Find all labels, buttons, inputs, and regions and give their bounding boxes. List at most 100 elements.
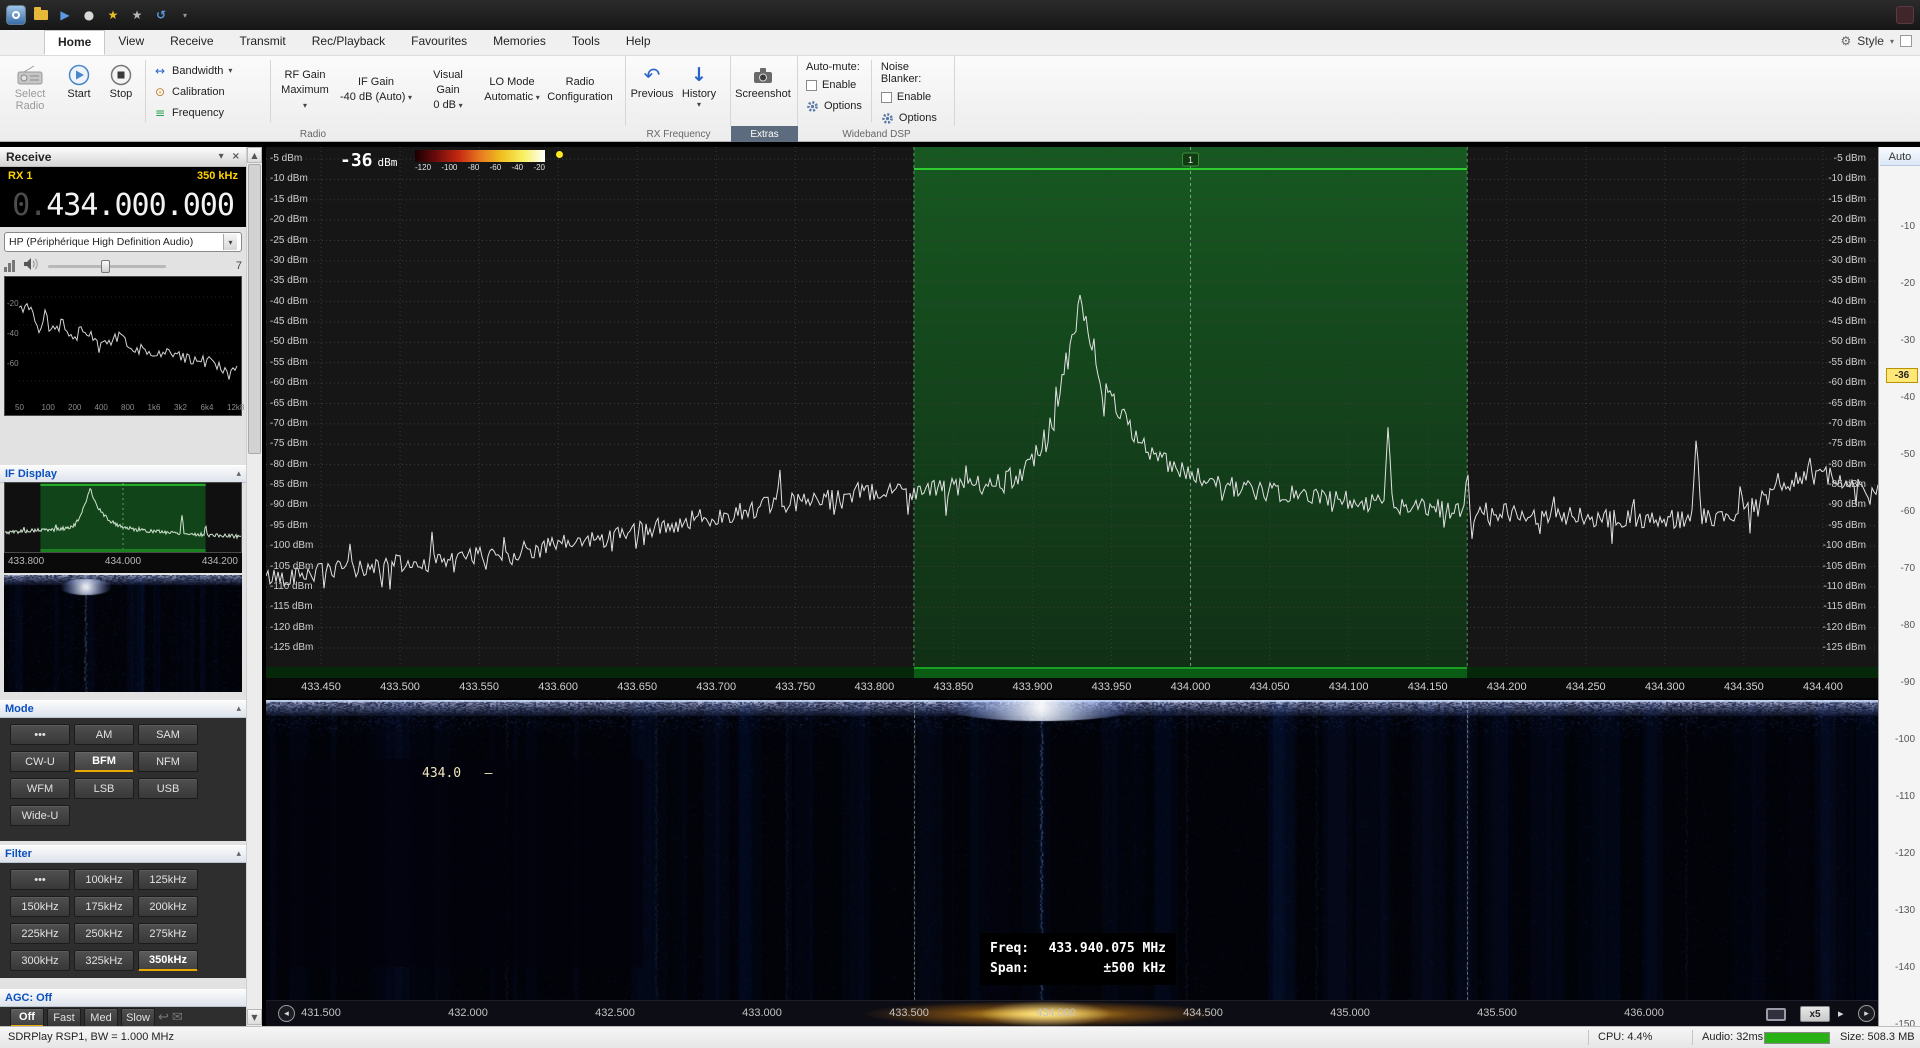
filter-button-325khz[interactable]: 325kHz — [74, 950, 134, 971]
scale-marker[interactable]: -36 — [1886, 368, 1918, 383]
tab-transmit[interactable]: Transmit — [227, 30, 299, 55]
volume-slider[interactable] — [48, 259, 166, 273]
spectrum-display[interactable]: 1 — [266, 147, 1878, 667]
filter-header[interactable]: Filter ▴ — [0, 845, 246, 863]
noise-blanker-enable-row[interactable]: Enable — [881, 88, 946, 106]
filter-button-200khz[interactable]: 200kHz — [138, 896, 198, 917]
auto-mute-enable-row[interactable]: Enable — [806, 76, 862, 94]
calibration-button[interactable]: ⊙Calibration — [149, 82, 267, 101]
waterfall-frequency-bar[interactable]: 431.500432.000432.500433.000433.500434.0… — [266, 1000, 1878, 1026]
zoom-button[interactable]: x5 — [1800, 1006, 1830, 1022]
favourite-star2-icon[interactable]: ★ — [128, 6, 146, 24]
agc-button-med[interactable]: Med — [84, 1008, 118, 1026]
agc-button-off[interactable]: Off — [10, 1008, 44, 1026]
mode-button-usb[interactable]: USB — [138, 778, 198, 799]
mode-button-dots[interactable]: ••• — [10, 724, 70, 745]
auto-mute-enable-checkbox[interactable] — [806, 80, 817, 91]
equalizer-icon[interactable] — [4, 260, 15, 272]
filter-button-175khz[interactable]: 175kHz — [74, 896, 134, 917]
step-right-icon[interactable]: ▸ — [1838, 1007, 1844, 1020]
collapse-icon[interactable]: ▴ — [236, 704, 241, 714]
play-icon[interactable]: ▶ — [56, 6, 74, 24]
agc-button-fast[interactable]: Fast — [47, 1008, 81, 1026]
radio-configuration-button[interactable]: RadioConfiguration — [544, 58, 616, 122]
tab-home[interactable]: Home — [44, 30, 105, 55]
stop-button[interactable]: Stop — [100, 58, 142, 122]
tuning-bar-passband[interactable] — [914, 667, 1467, 678]
scroll-down-icon[interactable]: ▼ — [247, 1009, 262, 1025]
window-menu-icon[interactable] — [1896, 6, 1914, 24]
toolbar-more-icon[interactable]: ▾ — [176, 6, 194, 24]
record-icon[interactable]: ● — [80, 6, 98, 24]
filter-button-350khz[interactable]: 350kHz — [138, 950, 198, 971]
frequency-button[interactable]: ≡Frequency — [149, 103, 267, 122]
tab-tools[interactable]: Tools — [559, 30, 613, 55]
tab-view[interactable]: View — [105, 30, 157, 55]
scroll-left-button[interactable]: ◂ — [278, 1005, 295, 1022]
agc-button-slow[interactable]: Slow — [121, 1008, 155, 1026]
mode-button-cw-u[interactable]: CW-U — [10, 751, 70, 772]
auto-mute-options-button[interactable]: Options — [806, 97, 862, 115]
tab-favourites[interactable]: Favourites — [398, 30, 480, 55]
full-span-icon[interactable] — [1766, 1008, 1786, 1021]
filter-button-225khz[interactable]: 225kHz — [10, 923, 70, 944]
filter-button-dots[interactable]: ••• — [10, 869, 70, 890]
filter-button-150khz[interactable]: 150kHz — [10, 896, 70, 917]
select-radio-button[interactable]: Select Radio — [2, 58, 58, 122]
style-button[interactable]: Style — [1857, 34, 1884, 48]
receive-panel-header[interactable]: Receive ▾× — [0, 147, 246, 167]
filter-button-300khz[interactable]: 300kHz — [10, 950, 70, 971]
mode-button-am[interactable]: AM — [74, 724, 134, 745]
back-arrow-icon[interactable]: ↩ — [158, 1010, 169, 1025]
mode-button-lsb[interactable]: LSB — [74, 778, 134, 799]
noise-blanker-options-button[interactable]: Options — [881, 109, 946, 127]
if-gain-button[interactable]: IF Gain-40 dB (Auto) ▾ — [336, 58, 416, 122]
tab-help[interactable]: Help — [613, 30, 664, 55]
tab-rec-playback[interactable]: Rec/Playback — [299, 30, 398, 55]
speaker-icon[interactable] — [23, 257, 40, 276]
panel-scrollbar[interactable]: ▲ ▼ — [246, 147, 262, 1026]
mode-button-wide-u[interactable]: Wide-U — [10, 805, 70, 826]
favourite-star-icon[interactable]: ★ — [104, 6, 122, 24]
auto-scale-button[interactable]: Auto — [1880, 148, 1920, 166]
frequency-display[interactable]: 0. 434.000.000 — [0, 184, 246, 227]
if-display-header[interactable]: IF Display ▴ — [0, 465, 246, 483]
start-button[interactable]: Start — [58, 58, 100, 122]
tuning-bar[interactable] — [266, 667, 1878, 678]
filter-button-125khz[interactable]: 125kHz — [138, 869, 198, 890]
bandwidth-button[interactable]: ↔Bandwidth▾ — [149, 61, 267, 80]
chevron-down-icon[interactable]: ▾ — [219, 151, 224, 162]
history-button[interactable]: ↓ History ▾ — [676, 58, 722, 122]
chevron-down-icon[interactable]: ▾ — [223, 234, 237, 250]
mail-icon[interactable]: ✉ — [172, 1010, 183, 1025]
mode-header[interactable]: Mode ▴ — [0, 700, 246, 718]
noise-blanker-enable-checkbox[interactable] — [881, 92, 892, 103]
visual-gain-button[interactable]: Visual Gain0 dB ▾ — [416, 58, 480, 122]
collapse-icon[interactable]: ▴ — [236, 849, 241, 859]
scroll-up-icon[interactable]: ▲ — [247, 147, 262, 163]
rf-gain-button[interactable]: RF GainMaximum ▾ — [274, 58, 336, 122]
collapse-icon[interactable]: ▴ — [236, 469, 241, 479]
filter-button-100khz[interactable]: 100kHz — [74, 869, 134, 890]
open-folder-icon[interactable] — [32, 6, 50, 24]
theme-icon[interactable]: ⚙ — [1841, 34, 1852, 48]
close-icon[interactable]: × — [232, 151, 240, 162]
filter-button-275khz[interactable]: 275kHz — [138, 923, 198, 944]
previous-button[interactable]: ↶ Previous — [628, 58, 676, 122]
undo-icon[interactable]: ↺ — [152, 6, 170, 24]
scrollbar-thumb[interactable] — [248, 164, 261, 454]
mode-button-bfm[interactable]: BFM — [74, 751, 134, 772]
scroll-right-button[interactable]: ▸ — [1858, 1005, 1875, 1022]
if-spectrum[interactable] — [4, 482, 242, 553]
mode-button-wfm[interactable]: WFM — [10, 778, 70, 799]
filter-button-250khz[interactable]: 250kHz — [74, 923, 134, 944]
screenshot-button[interactable]: Screenshot — [733, 58, 793, 122]
audio-device-select[interactable]: HP (Périphérique High Definition Audio) … — [4, 232, 242, 252]
mode-button-sam[interactable]: SAM — [138, 724, 198, 745]
layout-icon[interactable] — [1900, 35, 1912, 47]
if-waterfall[interactable] — [4, 575, 242, 692]
visual-gain-scale[interactable]: Auto -10-20-30-40-50-60-70-80-90-100-110… — [1878, 147, 1920, 1026]
mode-button-nfm[interactable]: NFM — [138, 751, 198, 772]
tab-memories[interactable]: Memories — [480, 30, 559, 55]
tab-receive[interactable]: Receive — [157, 30, 226, 55]
